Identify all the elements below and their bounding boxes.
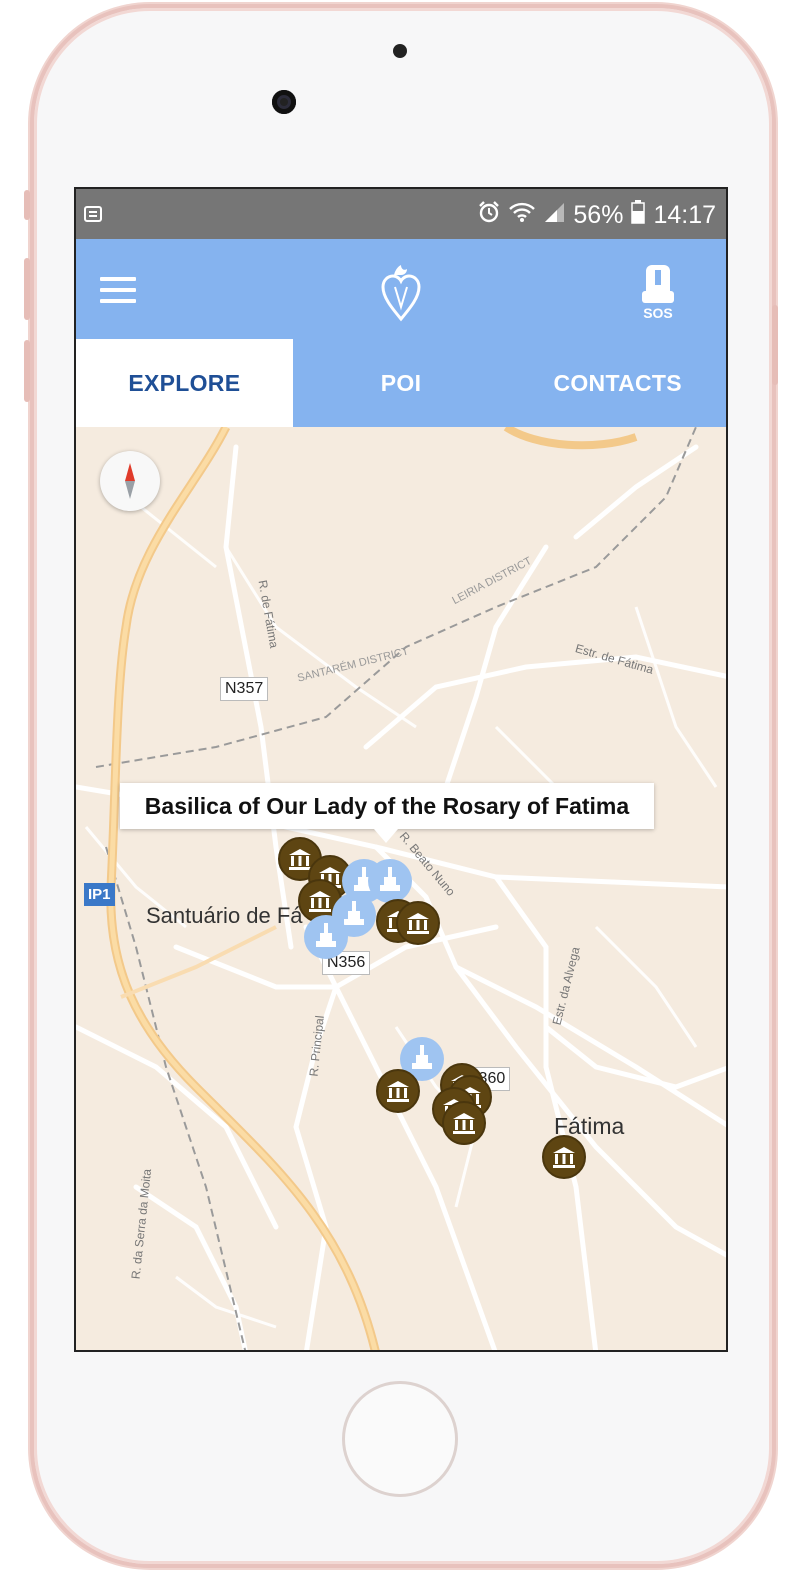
notification-icon xyxy=(84,206,102,227)
screen: 56% 14:17 SOS EXPLORE POI CONTACTS R. de… xyxy=(74,187,728,1352)
earpiece xyxy=(393,44,407,58)
poi-tooltip[interactable]: Basilica of Our Lady of the Rosary of Fa… xyxy=(120,783,654,843)
power-button xyxy=(772,305,778,385)
clock: 14:17 xyxy=(653,201,716,229)
map-view[interactable]: R. de Fátima SANTARÉM DISTRICT LEIRIA DI… xyxy=(76,427,726,1350)
home-button[interactable] xyxy=(342,1381,458,1497)
tab-bar: EXPLORE POI CONTACTS xyxy=(76,339,726,427)
sos-button[interactable]: SOS xyxy=(640,263,676,323)
compass-icon[interactable] xyxy=(100,451,160,511)
battery-percent: 56% xyxy=(573,201,624,229)
museum-marker[interactable] xyxy=(542,1135,586,1179)
sos-label: SOS xyxy=(643,305,673,321)
volume-up-button xyxy=(24,258,30,320)
road-shield-n357: N357 xyxy=(220,677,269,701)
tab-explore[interactable]: EXPLORE xyxy=(76,339,293,427)
mute-switch xyxy=(24,190,30,220)
museum-marker[interactable] xyxy=(396,901,440,945)
volume-down-button xyxy=(24,340,30,402)
menu-icon[interactable] xyxy=(100,277,136,303)
alarm-icon xyxy=(477,200,501,231)
status-bar: 56% 14:17 xyxy=(76,189,726,239)
front-camera xyxy=(272,90,296,114)
wifi-icon xyxy=(509,201,536,230)
museum-marker[interactable] xyxy=(442,1101,486,1145)
signal-icon xyxy=(543,201,565,230)
road-shield-ip1: IP1 xyxy=(84,883,115,906)
app-bar: SOS xyxy=(76,239,726,339)
battery-icon xyxy=(631,200,646,231)
place-label-santuario: Santuário de Fá xyxy=(146,903,303,928)
tab-poi[interactable]: POI xyxy=(293,339,510,427)
tab-contacts[interactable]: CONTACTS xyxy=(509,339,726,427)
heart-logo-icon xyxy=(379,263,423,328)
museum-marker[interactable] xyxy=(376,1069,420,1113)
church-marker[interactable] xyxy=(304,915,348,959)
